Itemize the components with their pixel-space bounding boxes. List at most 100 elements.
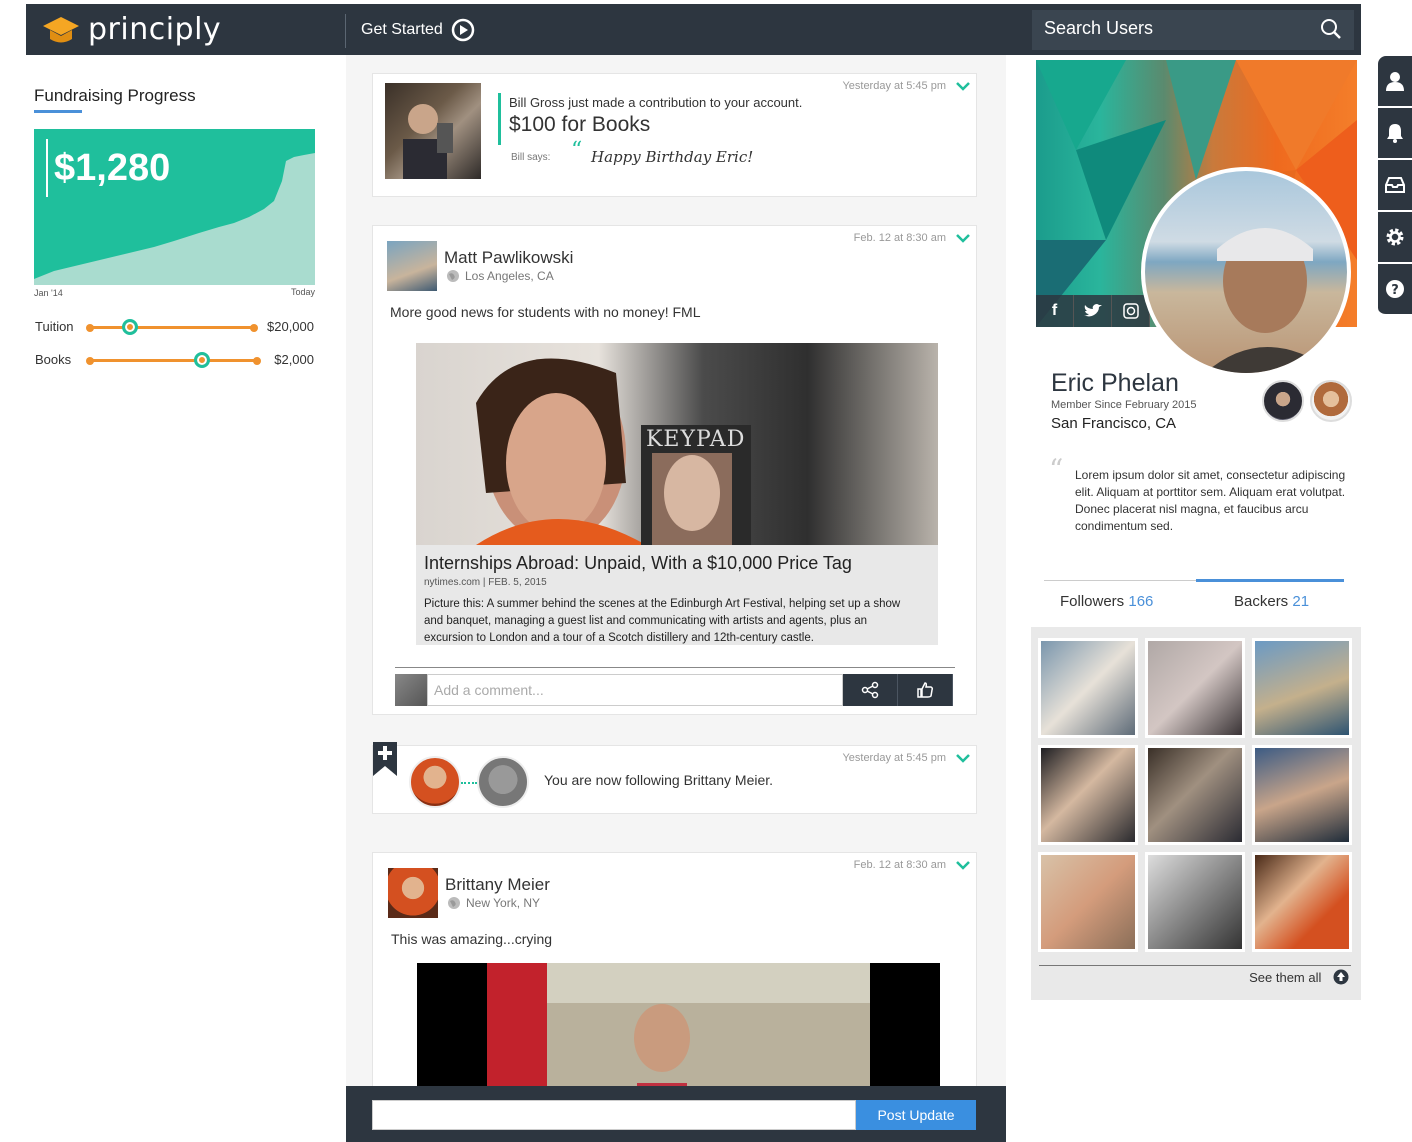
- top-navbar: principly Get Started Search Users: [26, 4, 1361, 55]
- profile-name: Eric Phelan: [1051, 369, 1179, 397]
- instagram-icon: [1122, 303, 1139, 319]
- goal-start-dot: [86, 324, 94, 332]
- arrow-up-circle-icon: [1333, 969, 1349, 985]
- backer-photo[interactable]: [1145, 745, 1245, 845]
- help-icon: ?: [1386, 280, 1404, 298]
- accent-bar: [498, 93, 501, 145]
- comment-input[interactable]: Add a comment...: [427, 674, 843, 706]
- globe-icon: [448, 897, 460, 909]
- timestamp: Feb. 12 at 8:30 am: [853, 859, 946, 871]
- globe-icon: [447, 270, 459, 282]
- goal-books: Books $2,000: [34, 350, 316, 372]
- chevron-down-icon[interactable]: [956, 753, 970, 763]
- author-name[interactable]: Brittany Meier: [445, 875, 550, 895]
- like-button[interactable]: [898, 674, 953, 706]
- twitter-button[interactable]: [1074, 295, 1112, 327]
- help-button[interactable]: ?: [1378, 264, 1412, 316]
- member-since: Member Since February 2015: [1051, 399, 1197, 411]
- profile-city: San Francisco, CA: [1051, 415, 1177, 432]
- link-source: nytimes.com | FEB. 5, 2015: [424, 577, 547, 588]
- backer-photo[interactable]: [1038, 638, 1138, 738]
- post-text: More good news for students with no mone…: [390, 304, 701, 320]
- link-title[interactable]: Internships Abroad: Unpaid, With a $10,0…: [424, 553, 852, 574]
- follow-text: You are now following Brittany Meier.: [544, 772, 774, 788]
- tab-label: Backers: [1234, 593, 1289, 610]
- chevron-down-icon[interactable]: [956, 233, 970, 243]
- tab-count: 21: [1292, 593, 1310, 610]
- side-nav: ?: [1378, 56, 1412, 316]
- nav-divider: [345, 14, 346, 48]
- followed-avatar[interactable]: [477, 756, 529, 808]
- goal-track: [90, 326, 254, 329]
- backer-photo[interactable]: [1252, 745, 1352, 845]
- chevron-down-icon[interactable]: [956, 860, 970, 870]
- chevron-down-icon[interactable]: [956, 81, 970, 91]
- notifications-button[interactable]: [1378, 108, 1412, 160]
- get-started-button[interactable]: Get Started: [361, 18, 475, 42]
- search-placeholder: Search Users: [1044, 18, 1154, 38]
- author-location: New York, NY: [447, 896, 540, 910]
- facebook-button[interactable]: f: [1036, 295, 1074, 327]
- share-button[interactable]: [843, 674, 898, 706]
- goal-tuition: Tuition $20,000: [34, 317, 316, 339]
- tab-count: 166: [1128, 593, 1154, 610]
- facebook-icon: f: [1051, 302, 1058, 319]
- post-card: Feb. 12 at 8:30 am Matt Pawlikowski Los …: [372, 225, 977, 715]
- inbox-button[interactable]: [1378, 160, 1412, 212]
- contributor-avatar[interactable]: [385, 83, 481, 179]
- location-text: New York, NY: [466, 896, 541, 910]
- profile-icon: [1386, 72, 1404, 91]
- backer-avatar[interactable]: [1310, 380, 1352, 422]
- backer-photo[interactable]: [1252, 638, 1352, 738]
- axis-start-label: Jan '14: [34, 288, 63, 298]
- title-underline: [34, 110, 82, 113]
- commenter-avatar: [395, 674, 427, 706]
- goal-slider-knob[interactable]: [122, 319, 138, 335]
- goal-slider-knob[interactable]: [194, 352, 210, 368]
- goal-end-dot: [253, 357, 261, 365]
- timestamp: Feb. 12 at 8:30 am: [853, 232, 946, 244]
- goal-label: Tuition: [35, 319, 74, 334]
- author-avatar[interactable]: [388, 868, 438, 918]
- see-all-label: See them all: [1249, 970, 1322, 985]
- tab-backers[interactable]: Backers 21: [1234, 593, 1309, 610]
- active-tab-indicator: [1196, 579, 1344, 582]
- quote-icon: “: [571, 138, 583, 163]
- location-text: Los Angeles, CA: [465, 269, 554, 283]
- see-all-link[interactable]: See them all: [1039, 965, 1351, 985]
- quote-icon: “: [1049, 453, 1064, 486]
- backer-photo[interactable]: [1038, 745, 1138, 845]
- post-update-input[interactable]: [372, 1100, 856, 1130]
- timestamp: Yesterday at 5:45 pm: [842, 752, 946, 764]
- settings-button[interactable]: [1378, 212, 1412, 264]
- brand-logo[interactable]: principly: [42, 12, 221, 47]
- says-label: Bill says:: [511, 152, 551, 163]
- fundraising-title: Fundraising Progress: [34, 86, 196, 105]
- backer-avatar[interactable]: [1262, 380, 1304, 422]
- link-description: Picture this: A summer behind the scenes…: [424, 598, 901, 644]
- svg-text:?: ?: [1391, 283, 1399, 298]
- post-update-button[interactable]: Post Update: [856, 1100, 976, 1130]
- search-input[interactable]: Search Users: [1032, 10, 1354, 50]
- fundraising-panel: Fundraising Progress $1,280 Jan '14 Toda…: [34, 86, 316, 368]
- backer-photo[interactable]: [1145, 638, 1245, 738]
- inbox-icon: [1385, 177, 1405, 193]
- contribution-card: Yesterday at 5:45 pm Bill Gross just mad…: [372, 73, 977, 197]
- backer-photo[interactable]: [1252, 852, 1352, 952]
- backer-photo[interactable]: [1145, 852, 1245, 952]
- author-name[interactable]: Matt Pawlikowski: [444, 248, 573, 268]
- author-avatar[interactable]: [387, 241, 437, 291]
- profile-avatar[interactable]: [1141, 167, 1351, 377]
- social-links: f: [1036, 295, 1150, 327]
- search-icon[interactable]: [1320, 18, 1342, 40]
- axis-end-label: Today: [290, 287, 315, 297]
- follower-avatar[interactable]: [409, 756, 461, 808]
- profile-panel: f Eric Phelan Member Since February 2015…: [1031, 55, 1361, 1000]
- link-preview[interactable]: Internships Abroad: Unpaid, With a $10,0…: [416, 545, 938, 645]
- backer-photo[interactable]: [1038, 852, 1138, 952]
- link-image[interactable]: KEYPAD: [416, 343, 938, 545]
- tab-followers[interactable]: Followers 166: [1060, 593, 1153, 610]
- profile-button[interactable]: [1378, 56, 1412, 108]
- gear-icon: [1386, 228, 1404, 246]
- goal-label: Books: [35, 352, 72, 367]
